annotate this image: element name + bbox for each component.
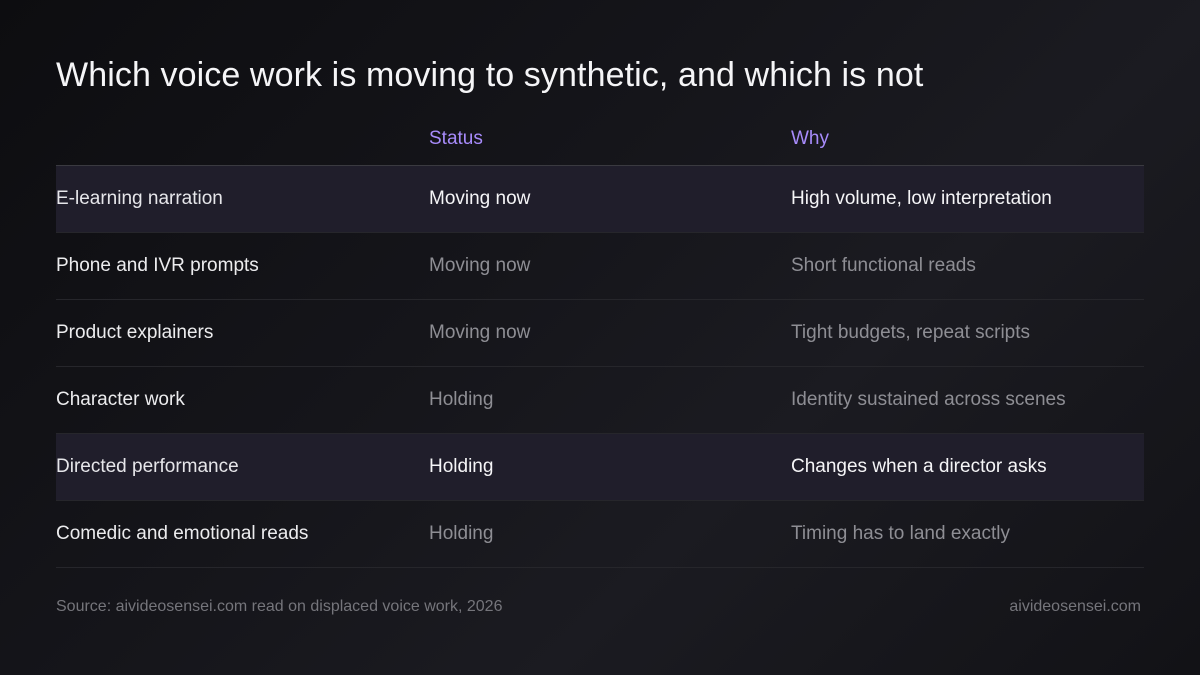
comparison-table: Status Why E-learning narration Moving n… xyxy=(56,114,1144,568)
header-why: Why xyxy=(791,128,829,149)
status-cell: Holding xyxy=(429,389,494,410)
status-cell: Moving now xyxy=(429,255,531,276)
table-row: Comedic and emotional reads Holding Timi… xyxy=(56,501,1144,568)
why-cell: High volume, low interpretation xyxy=(791,188,1052,209)
status-cell: Moving now xyxy=(429,322,531,343)
status-cell: Moving now xyxy=(429,188,531,209)
why-cell: Changes when a director asks xyxy=(791,456,1047,477)
task-cell: Comedic and emotional reads xyxy=(56,523,309,544)
task-cell: Character work xyxy=(56,389,185,410)
why-cell: Identity sustained across scenes xyxy=(791,389,1066,410)
status-cell: Holding xyxy=(429,523,494,544)
table-header-row: Status Why xyxy=(56,114,1144,166)
table-row: Product explainers Moving now Tight budg… xyxy=(56,300,1144,367)
table-row: Character work Holding Identity sustaine… xyxy=(56,367,1144,434)
source-note: Source: aivideosensei.com read on displa… xyxy=(56,598,503,615)
task-cell: E-learning narration xyxy=(56,188,223,209)
table-row: Phone and IVR prompts Moving now Short f… xyxy=(56,233,1144,300)
table-row: Directed performance Holding Changes whe… xyxy=(56,434,1144,501)
why-cell: Tight budgets, repeat scripts xyxy=(791,322,1031,343)
header-status: Status xyxy=(429,128,483,149)
status-cell: Holding xyxy=(429,456,494,477)
why-cell: Short functional reads xyxy=(791,255,976,276)
task-cell: Phone and IVR prompts xyxy=(56,255,259,276)
why-cell: Timing has to land exactly xyxy=(791,523,1010,544)
page-title: Which voice work is moving to synthetic,… xyxy=(56,56,924,94)
brand-link[interactable]: aivideosensei.com xyxy=(1009,598,1141,616)
table-row: E-learning narration Moving now High vol… xyxy=(56,166,1144,233)
task-cell: Product explainers xyxy=(56,322,214,343)
task-cell: Directed performance xyxy=(56,456,239,477)
